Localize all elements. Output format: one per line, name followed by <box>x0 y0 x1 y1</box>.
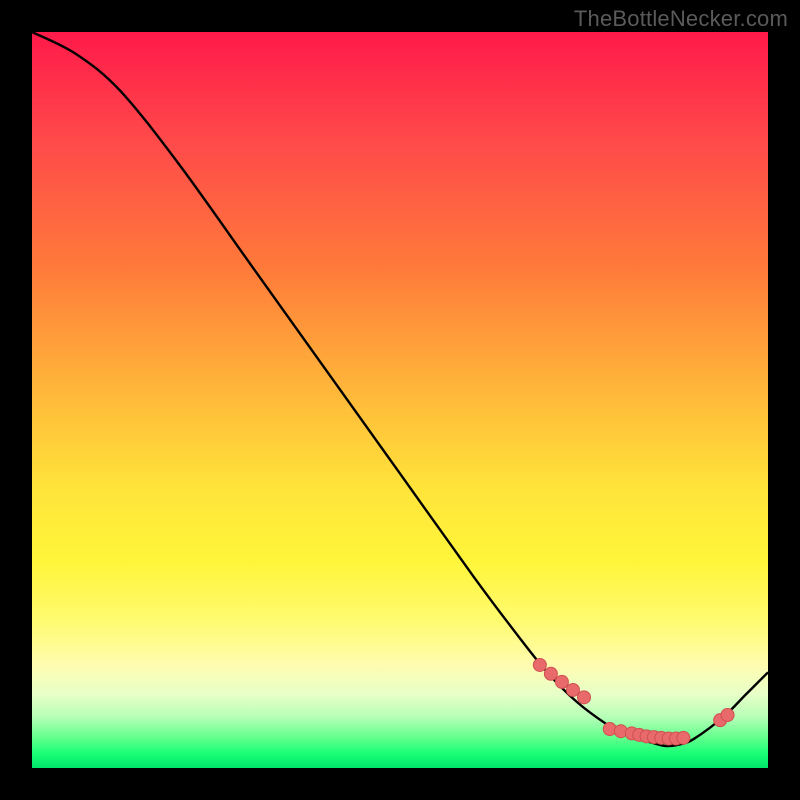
bottleneck-curve <box>32 32 768 746</box>
chart-stage: TheBottleNecker.com <box>0 0 800 800</box>
plot-area <box>32 32 768 768</box>
data-dot <box>677 731 690 744</box>
data-dot <box>578 691 591 704</box>
data-dot <box>721 709 734 722</box>
data-dot <box>544 667 557 680</box>
data-dot <box>533 658 546 671</box>
data-dot <box>555 675 568 688</box>
watermark-text: TheBottleNecker.com <box>574 6 788 32</box>
data-dot <box>566 683 579 696</box>
curve-layer <box>32 32 768 768</box>
